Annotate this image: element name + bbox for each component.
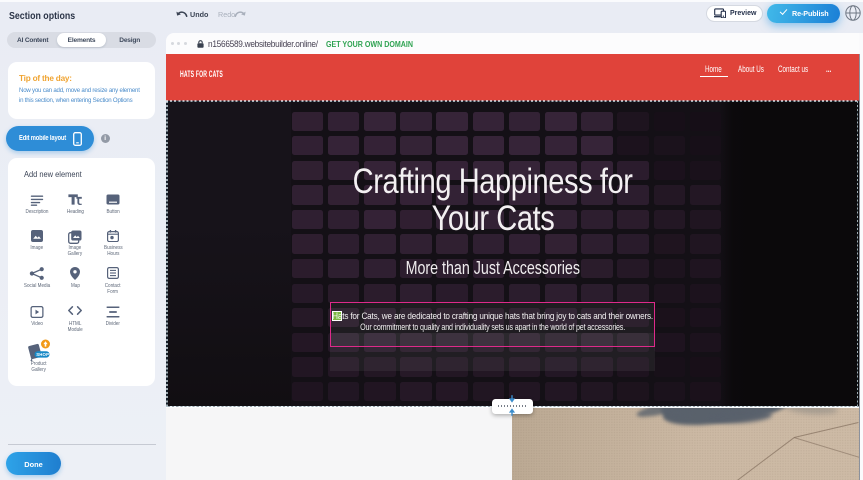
svg-text:SHOP: SHOP	[36, 352, 49, 357]
